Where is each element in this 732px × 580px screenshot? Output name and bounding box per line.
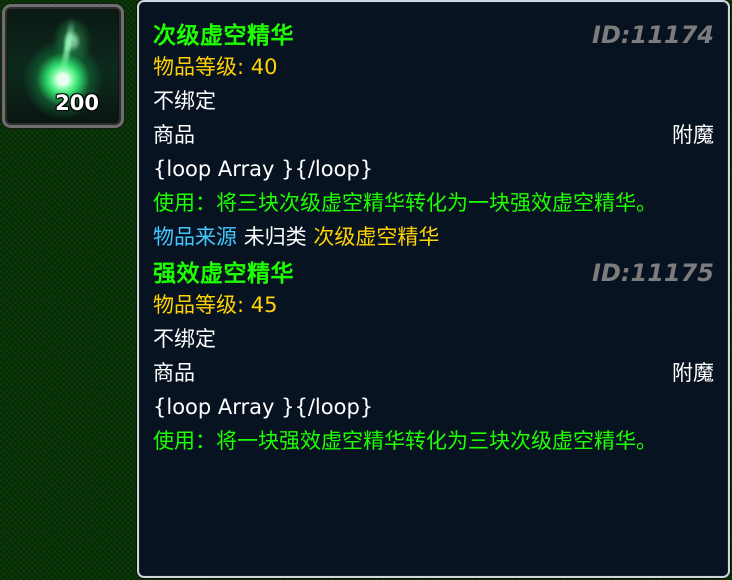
item-icon-slot[interactable]: 200 bbox=[2, 4, 124, 128]
binding: 不绑定 bbox=[153, 327, 216, 351]
binding: 不绑定 bbox=[153, 89, 216, 113]
item-name: 强效虚空精华 bbox=[153, 261, 294, 287]
category-left: 商品 bbox=[153, 123, 195, 147]
item-level-label: 物品等级: bbox=[153, 55, 245, 79]
item-id: ID:11175 bbox=[592, 259, 714, 287]
category-right: 附魔 bbox=[672, 123, 714, 147]
category-right: 附魔 bbox=[672, 361, 714, 385]
item-level-line: 物品等级: 40 bbox=[153, 50, 714, 84]
item-source-item: 次级虚空精华 bbox=[313, 225, 440, 249]
item-level-value: 45 bbox=[250, 293, 278, 317]
item-header: 次级虚空精华 ID:11174 bbox=[153, 16, 714, 50]
tooltip-content: 次级虚空精华 ID:11174 物品等级: 40 不绑定 商品 附魔 {loop… bbox=[153, 16, 714, 458]
item-source-line: 物品来源 未归类 次级虚空精华 bbox=[153, 220, 714, 254]
category-left: 商品 bbox=[153, 361, 195, 385]
item-level-value: 40 bbox=[250, 55, 278, 79]
item-level-label: 物品等级: bbox=[153, 293, 245, 317]
item-name: 次级虚空精华 bbox=[153, 23, 294, 49]
category-row: 商品 附魔 bbox=[153, 118, 714, 152]
loop-template-text: {loop Array }{/loop} bbox=[153, 157, 374, 181]
item-source-category: 未归类 bbox=[243, 225, 307, 249]
loop-template-text: {loop Array }{/loop} bbox=[153, 395, 374, 419]
item-source-label: 物品来源 bbox=[153, 225, 237, 249]
category-row: 商品 附魔 bbox=[153, 356, 714, 390]
use-effect-text: 使用：将一块强效虚空精华转化为三块次级虚空精华。 bbox=[153, 429, 657, 453]
tooltip-item-greater-nether-essence: 强效虚空精华 ID:11175 物品等级: 45 不绑定 商品 附魔 {loop… bbox=[153, 254, 714, 458]
item-level-line: 物品等级: 45 bbox=[153, 288, 714, 322]
stack-count: 200 bbox=[55, 91, 99, 115]
item-tooltip: 次级虚空精华 ID:11174 物品等级: 40 不绑定 商品 附魔 {loop… bbox=[137, 0, 730, 578]
item-header: 强效虚空精华 ID:11175 bbox=[153, 254, 714, 288]
item-id: ID:11174 bbox=[592, 21, 714, 49]
tooltip-item-lesser-nether-essence: 次级虚空精华 ID:11174 物品等级: 40 不绑定 商品 附魔 {loop… bbox=[153, 16, 714, 254]
use-effect-text: 使用：将三块次级虚空精华转化为一块强效虚空精华。 bbox=[153, 191, 657, 215]
